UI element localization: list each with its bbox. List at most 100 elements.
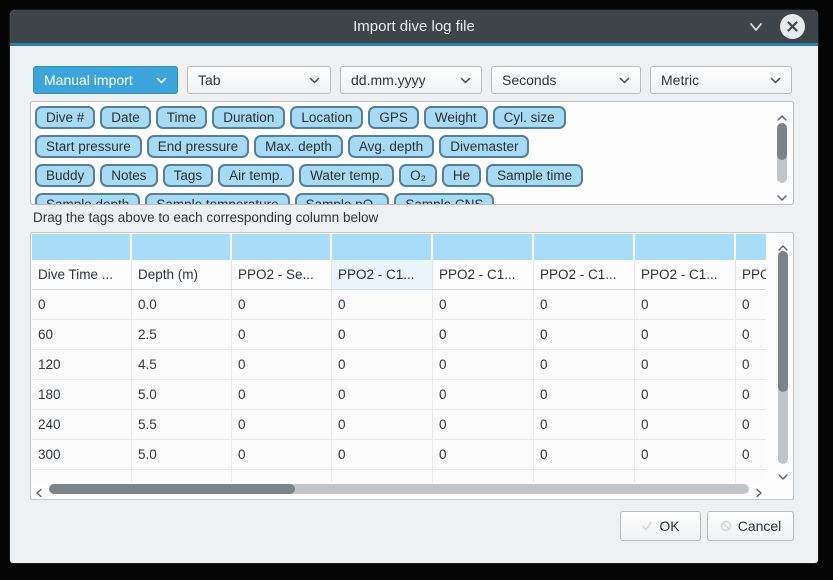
drop-target-col6[interactable] — [534, 234, 635, 260]
scroll-up-icon[interactable] — [776, 109, 788, 117]
date-format-dropdown[interactable]: dd.mm.yyyy — [340, 66, 482, 94]
scroll-down-icon[interactable] — [777, 468, 789, 476]
table-cell: 60 — [32, 320, 132, 350]
scrollbar-track[interactable] — [778, 251, 788, 464]
duration-format-value: Seconds — [502, 72, 613, 88]
scroll-left-icon[interactable] — [35, 485, 43, 495]
tag-end-pressure[interactable]: End pressure — [147, 135, 249, 158]
tag-air-temp[interactable]: Air temp. — [218, 164, 294, 187]
drop-target-col7[interactable] — [635, 234, 736, 260]
scrollbar-thumb[interactable] — [778, 251, 788, 392]
table-cell: 120 — [32, 350, 132, 380]
table-row: 300 5.0 0 0 0 0 0 0 — [32, 440, 766, 470]
table-cell: 0.0 — [132, 290, 232, 320]
ok-button[interactable]: OK — [620, 511, 701, 541]
scroll-up-icon[interactable] — [777, 239, 789, 247]
column-header: PPO2 - Se... — [232, 260, 332, 289]
scrollbar-track[interactable] — [49, 484, 749, 494]
table-cell: 0 — [433, 410, 534, 440]
drop-target-col1[interactable] — [32, 234, 132, 260]
table-cell: 0 — [232, 320, 332, 350]
field-separator-dropdown[interactable]: Tab — [187, 66, 331, 94]
table-cell: 2.5 — [132, 320, 232, 350]
tag-tags[interactable]: Tags — [163, 164, 214, 187]
scroll-right-icon[interactable] — [755, 485, 763, 495]
scrollbar-thumb[interactable] — [777, 123, 787, 160]
table-cell: 0 — [433, 290, 534, 320]
tag-he[interactable]: He — [442, 164, 481, 187]
table-vertical-scrollbar[interactable] — [774, 235, 792, 480]
cancel-icon — [720, 520, 732, 532]
column-header: Dive Time ... — [32, 260, 132, 289]
column-drop-row — [32, 234, 766, 260]
table-horizontal-scrollbar[interactable] — [33, 481, 765, 497]
tag-row: Start pressure End pressure Max. depth A… — [35, 135, 765, 158]
field-separator-value: Tab — [198, 72, 303, 88]
tag-start-pressure[interactable]: Start pressure — [35, 135, 142, 158]
scrollbar-thumb[interactable] — [49, 484, 295, 494]
table-cell: 0 — [232, 380, 332, 410]
close-button[interactable] — [780, 14, 805, 39]
shade-chevron-down-icon[interactable] — [748, 20, 764, 32]
tag-o2[interactable]: O₂ — [399, 164, 437, 187]
table-cell: 0 — [332, 440, 433, 470]
tag-water-temp[interactable]: Water temp. — [299, 164, 394, 187]
tag-gps[interactable]: GPS — [368, 106, 419, 129]
tag-sample-time[interactable]: Sample time — [486, 164, 583, 187]
column-header: PPO2 — [736, 260, 766, 289]
drop-target-col4[interactable] — [332, 234, 433, 260]
tag-cyl-size[interactable]: Cyl. size — [493, 106, 566, 129]
tag-location[interactable]: Location — [290, 106, 363, 129]
tags-vertical-scrollbar[interactable] — [773, 105, 791, 201]
tag-max-depth[interactable]: Max. depth — [254, 135, 343, 158]
table-cell: 0 — [736, 410, 766, 440]
ok-check-icon — [641, 520, 653, 532]
tag-sample-po2[interactable]: Sample pO₂ — [295, 193, 390, 205]
tag-date[interactable]: Date — [100, 106, 151, 129]
import-dialog-window: Import dive log file Manual import Tab d… — [10, 10, 818, 563]
cancel-label: Cancel — [738, 518, 782, 534]
drop-target-col8[interactable] — [736, 234, 766, 260]
units-dropdown[interactable]: Metric — [650, 66, 792, 94]
table-cell: 300 — [32, 440, 132, 470]
tag-notes[interactable]: Notes — [100, 164, 157, 187]
tag-sample-depth[interactable]: Sample depth — [35, 193, 140, 205]
drop-target-col2[interactable] — [132, 234, 232, 260]
tag-row: Dive # Date Time Duration Location GPS W… — [35, 106, 765, 129]
scroll-down-icon[interactable] — [776, 189, 788, 197]
chevron-down-icon — [770, 77, 781, 84]
tag-sample-cns[interactable]: Sample CNS — [394, 193, 494, 205]
tag-avg-depth[interactable]: Avg. depth — [348, 135, 434, 158]
drop-target-col3[interactable] — [232, 234, 332, 260]
cancel-button[interactable]: Cancel — [707, 511, 794, 541]
scrollbar-track[interactable] — [777, 123, 787, 183]
tag-weight[interactable]: Weight — [424, 106, 488, 129]
csv-preview-table: Dive Time ... Depth (m) PPO2 - Se... PPO… — [30, 232, 794, 500]
duration-format-dropdown[interactable]: Seconds — [491, 66, 641, 94]
chevron-down-icon — [460, 77, 471, 84]
column-header: PPO2 - C1... — [534, 260, 635, 289]
tag-buddy[interactable]: Buddy — [35, 164, 95, 187]
table-cell: 0 — [433, 320, 534, 350]
tag-row: Buddy Notes Tags Air temp. Water temp. O… — [35, 164, 765, 187]
tag-dive-number[interactable]: Dive # — [35, 106, 95, 129]
table-cell: 5.0 — [132, 380, 232, 410]
tag-sample-temperature[interactable]: Sample temperature — [145, 193, 289, 205]
table-cell: 0 — [736, 290, 766, 320]
column-header: Depth (m) — [132, 260, 232, 289]
table-cell: 0 — [635, 350, 736, 380]
table-cell: 0 — [534, 410, 635, 440]
table-row: 180 5.0 0 0 0 0 0 0 — [32, 380, 766, 410]
table-cell: 0 — [736, 320, 766, 350]
table-cell: 180 — [32, 380, 132, 410]
column-header: PPO2 - C1... — [332, 260, 433, 289]
tag-duration[interactable]: Duration — [212, 106, 285, 129]
table-cell: 0 — [635, 290, 736, 320]
tag-divemaster[interactable]: Divemaster — [439, 135, 529, 158]
column-header: PPO2 - C1... — [433, 260, 534, 289]
import-type-dropdown[interactable]: Manual import — [33, 66, 178, 94]
drop-target-col5[interactable] — [433, 234, 534, 260]
dialog-title: Import dive log file — [353, 18, 475, 35]
tag-time[interactable]: Time — [156, 106, 208, 129]
table-cell: 0 — [332, 320, 433, 350]
